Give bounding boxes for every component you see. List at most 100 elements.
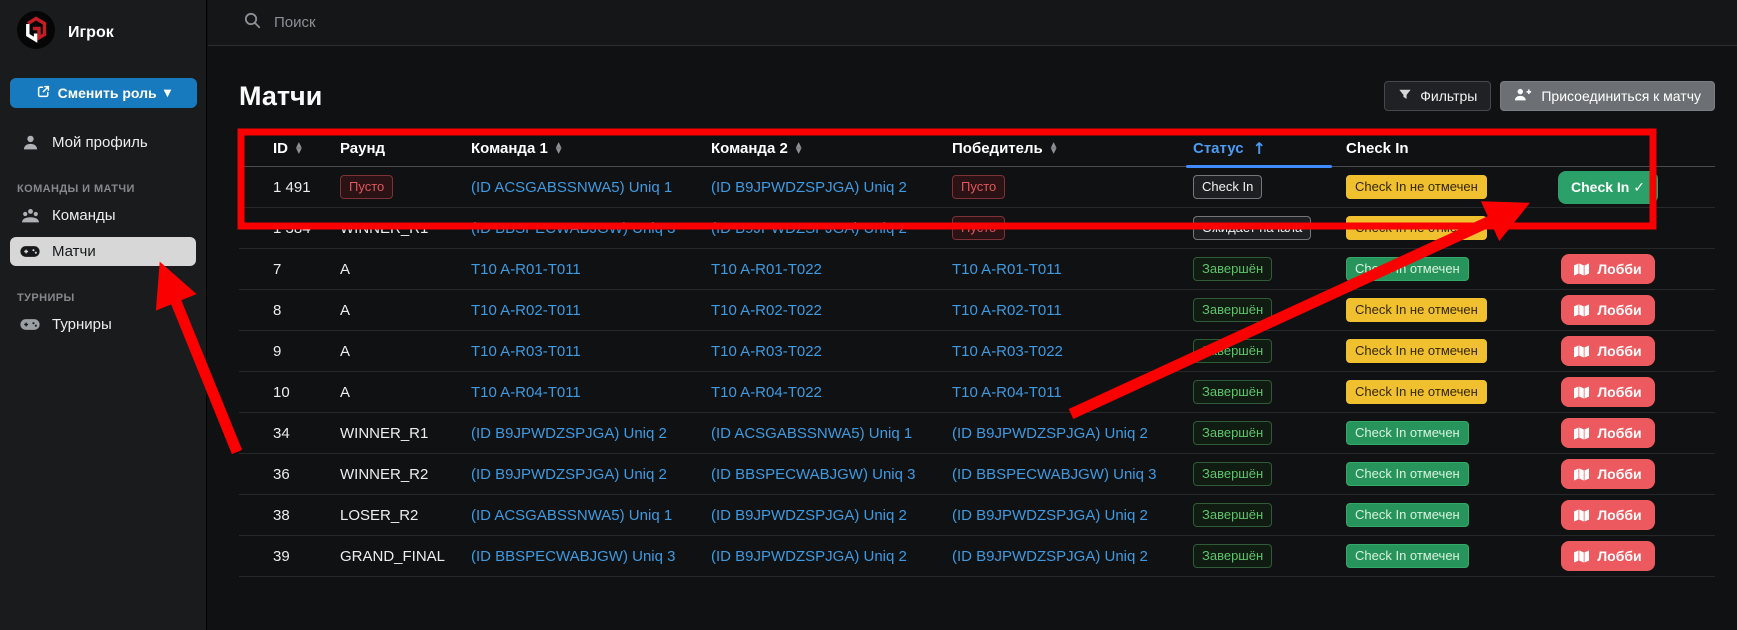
sort-icon: ▲▼: [296, 142, 302, 153]
sidebar-item-profile[interactable]: Мой профиль: [10, 128, 196, 157]
team2-link[interactable]: (ID ACSGABSSNWA5) Uniq 1: [711, 425, 912, 442]
checkin-status-badge: Check In отмечен: [1346, 503, 1469, 527]
map-icon: [1574, 304, 1589, 317]
filters-button[interactable]: Фильтры: [1384, 81, 1491, 111]
match-id-cell: 36: [239, 466, 340, 483]
action-cell: Лобби: [1501, 254, 1715, 284]
action-cell: Лобби: [1501, 336, 1715, 366]
checkin-cell: Check In отмечен: [1341, 257, 1501, 281]
app-window: Игрок Сменить роль ▼ Мой профиль КОМАНДЫ…: [0, 0, 1737, 630]
team1-link[interactable]: (ID ACSGABSSNWA5) Uniq 1: [471, 179, 672, 196]
team1-cell: (ID ACSGABSSNWA5) Uniq 1: [471, 179, 711, 196]
sidebar-item-matches[interactable]: Матчи: [10, 237, 196, 266]
match-id-cell: 34: [239, 425, 340, 442]
team2-link[interactable]: (ID BBSPECWABJGW) Uniq 3: [711, 466, 915, 483]
chevron-down-icon: ▼: [164, 88, 172, 99]
lobby-label: Лобби: [1597, 507, 1641, 523]
team1-link[interactable]: (ID BBSPECWABJGW) Uniq 3: [471, 548, 675, 565]
status-cell: Завершён: [1188, 462, 1341, 486]
column-header-label: Победитель: [952, 140, 1043, 157]
join-match-button[interactable]: Присоединиться к матчу: [1500, 81, 1715, 111]
round-label: A: [340, 302, 350, 319]
checkin-status-badge: Check In отмечен: [1346, 257, 1469, 281]
winner-cell: T10 A-R04-T011: [952, 384, 1188, 401]
column-header-id[interactable]: ID▲▼: [239, 130, 340, 166]
table-row: 36WINNER_R2(ID B9JPWDZSPJGA) Uniq 2(ID B…: [239, 454, 1715, 495]
team1-link[interactable]: (ID B9JPWDZSPJGA) Uniq 2: [471, 466, 667, 483]
team2-link[interactable]: T10 A-R02-T022: [711, 302, 822, 319]
team1-link[interactable]: T10 A-R02-T011: [471, 302, 581, 319]
team1-cell: T10 A-R03-T011: [471, 343, 711, 360]
winner-link[interactable]: T10 A-R04-T011: [952, 384, 1062, 401]
checkin-button[interactable]: Check In ✓: [1558, 171, 1658, 204]
lobby-button[interactable]: Лобби: [1561, 254, 1654, 284]
lobby-button[interactable]: Лобби: [1561, 500, 1654, 530]
status-badge: Завершён: [1193, 503, 1272, 527]
status-cell: Завершён: [1188, 503, 1341, 527]
lobby-label: Лобби: [1597, 384, 1641, 400]
team1-link[interactable]: (ID BBSPECWABJGW) Uniq 3: [471, 220, 675, 237]
lobby-button[interactable]: Лобби: [1561, 377, 1654, 407]
search-input[interactable]: [274, 14, 674, 31]
change-role-button[interactable]: Сменить роль ▼: [10, 78, 197, 108]
winner-link[interactable]: T10 A-R02-T011: [952, 302, 1062, 319]
status-cell: Завершён: [1188, 380, 1341, 404]
column-header-checkin: Check In: [1341, 130, 1501, 166]
round-label: A: [340, 261, 350, 278]
team1-link[interactable]: T10 A-R01-T011: [471, 261, 581, 278]
winner-badge: Пусто: [952, 216, 1005, 240]
sidebar-item-label: Мой профиль: [52, 134, 148, 151]
team2-link[interactable]: T10 A-R03-T022: [711, 343, 822, 360]
table-row: 8 A T10 A-R02-T011 T10 A-R02-T022 T10 A-R02-…: [239, 290, 1715, 331]
lobby-button[interactable]: Лобби: [1561, 295, 1654, 325]
winner-link[interactable]: (ID B9JPWDZSPJGA) Uniq 2: [952, 507, 1148, 524]
status-badge: Завершён: [1193, 544, 1272, 568]
sort-icon: ▲▼: [556, 142, 562, 153]
team2-cell: (ID B9JPWDZSPJGA) Uniq 2: [711, 179, 952, 196]
column-header-team1[interactable]: Команда 1▲▼: [471, 130, 711, 166]
winner-link[interactable]: T10 A-R01-T011: [952, 261, 1062, 278]
column-header-round: Раунд: [340, 130, 471, 166]
team2-cell: T10 A-R01-T022: [711, 261, 952, 278]
sidebar-item-teams[interactable]: Команды: [10, 201, 196, 230]
round-cell: LOSER_R2: [340, 507, 471, 524]
match-id: 8: [273, 302, 281, 319]
team1-cell: (ID ACSGABSSNWA5) Uniq 1: [471, 507, 711, 524]
winner-link[interactable]: T10 A-R03-T022: [952, 343, 1063, 360]
column-header-status[interactable]: Статус↑: [1188, 130, 1341, 166]
team1-link[interactable]: (ID ACSGABSSNWA5) Uniq 1: [471, 507, 672, 524]
lobby-button[interactable]: Лобби: [1561, 418, 1654, 448]
team2-link[interactable]: T10 A-R01-T022: [711, 261, 822, 278]
winner-link[interactable]: (ID B9JPWDZSPJGA) Uniq 2: [952, 548, 1148, 565]
winner-link[interactable]: (ID B9JPWDZSPJGA) Uniq 2: [952, 425, 1148, 442]
team2-link[interactable]: (ID B9JPWDZSPJGA) Uniq 2: [711, 220, 907, 237]
sidebar-section-tournaments: ТУРНИРЫ: [17, 292, 206, 304]
column-header-label: Команда 2: [711, 140, 788, 157]
team1-cell: T10 A-R02-T011: [471, 302, 711, 319]
team2-link[interactable]: (ID B9JPWDZSPJGA) Uniq 2: [711, 548, 907, 565]
column-header-team2[interactable]: Команда 2▲▼: [711, 130, 952, 166]
map-icon: [1574, 468, 1589, 481]
team1-link[interactable]: (ID B9JPWDZSPJGA) Uniq 2: [471, 425, 667, 442]
match-id: 34: [273, 425, 290, 442]
team1-cell: T10 A-R01-T011: [471, 261, 711, 278]
lobby-label: Лобби: [1597, 466, 1641, 482]
column-header-winner[interactable]: Победитель▲▼: [952, 130, 1188, 166]
team2-link[interactable]: (ID B9JPWDZSPJGA) Uniq 2: [711, 507, 907, 524]
change-role-label: Сменить роль: [58, 85, 157, 101]
app-title: Игрок: [68, 24, 114, 42]
lobby-button[interactable]: Лобби: [1561, 336, 1654, 366]
team2-link[interactable]: T10 A-R04-T022: [711, 384, 822, 401]
winner-link[interactable]: (ID BBSPECWABJGW) Uniq 3: [952, 466, 1156, 483]
team1-link[interactable]: T10 A-R03-T011: [471, 343, 581, 360]
lobby-button[interactable]: Лобби: [1561, 459, 1654, 489]
checkin-status-badge: Check In не отмечен: [1346, 175, 1487, 199]
round-cell: WINNER_R1: [340, 220, 471, 237]
action-cell: Лобби: [1501, 377, 1715, 407]
team1-link[interactable]: T10 A-R04-T011: [471, 384, 581, 401]
team2-link[interactable]: (ID B9JPWDZSPJGA) Uniq 2: [711, 179, 907, 196]
match-id: 7: [273, 261, 281, 278]
lobby-button[interactable]: Лобби: [1561, 541, 1654, 571]
sidebar-item-tournaments[interactable]: Турниры: [10, 310, 196, 339]
round-label: A: [340, 384, 350, 401]
